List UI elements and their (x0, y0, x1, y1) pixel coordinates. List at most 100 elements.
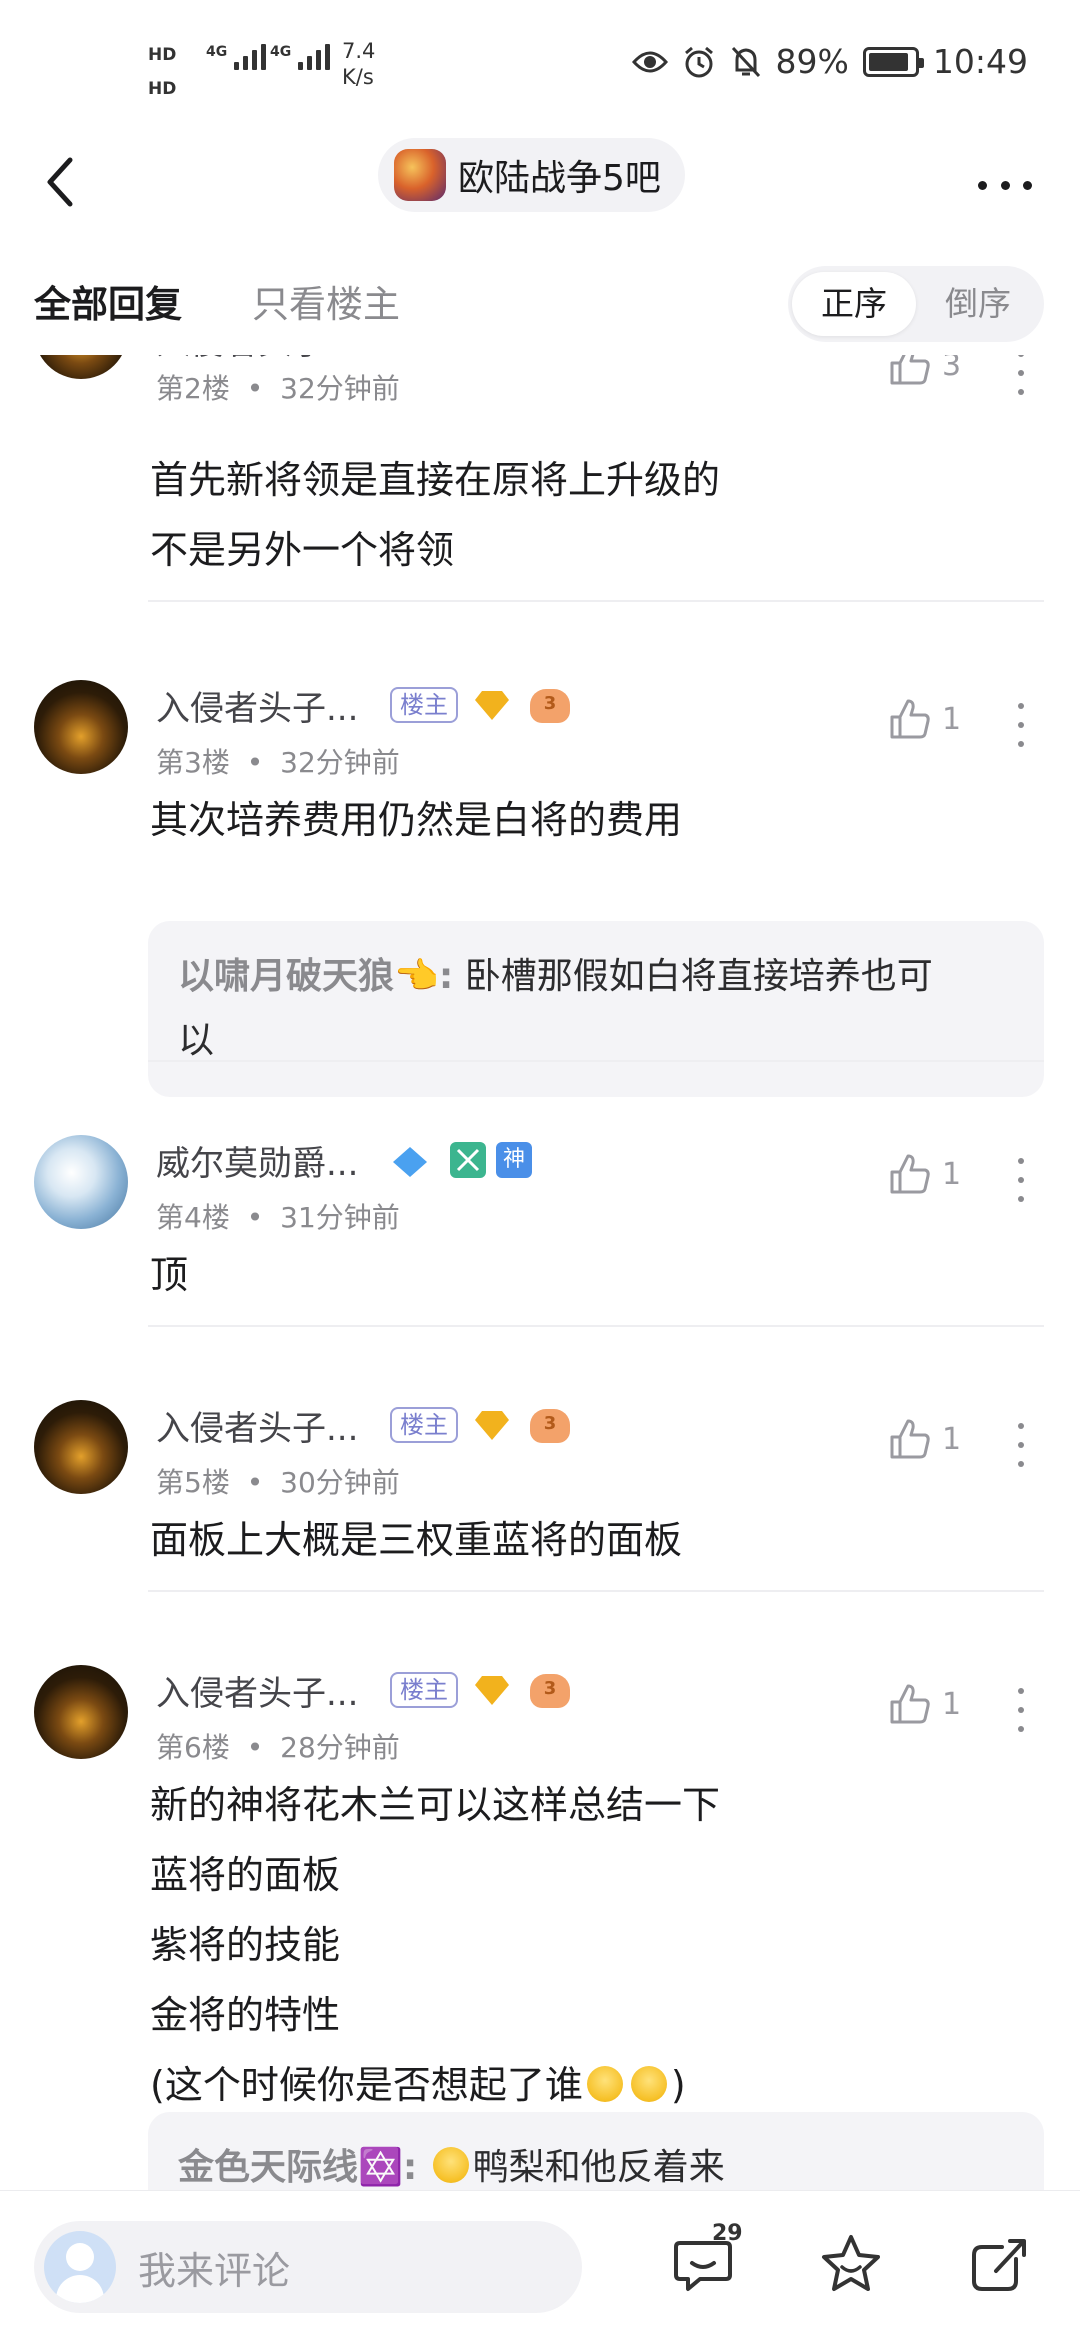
meta-separator: • (246, 1731, 264, 1764)
status-bar: HD HD 4G 4G 7.4 K/s 89% 10:49 (0, 0, 1080, 130)
meta-separator: • (246, 372, 264, 405)
like-button[interactable]: 1 (888, 1417, 961, 1461)
floor-number: 第3楼 (156, 746, 230, 779)
more-options-button[interactable] (970, 160, 1040, 210)
sub-reply-user[interactable]: 以啸月破天狼👈: (178, 956, 453, 997)
sub-reply-user[interactable]: 金色天际线✡️: (178, 2147, 417, 2188)
smile-emoji-icon (432, 2147, 469, 2183)
hd-indicator: HD HD (148, 38, 176, 106)
comment-count: 29 (712, 2221, 743, 2246)
floor-number: 第2楼 (156, 372, 230, 405)
thumbs-up-icon (890, 1154, 930, 1194)
reply-text-line: 其次培养费用仍然是白将的费用 (150, 798, 683, 842)
reply-more-button[interactable] (1016, 1423, 1026, 1467)
thumbs-up-icon (890, 699, 930, 739)
reply-more-button[interactable] (1016, 355, 1026, 395)
comment-input[interactable]: 我来评论 (34, 2221, 582, 2313)
floor-number: 第6楼 (156, 1731, 230, 1764)
username[interactable]: 入侵者头子... (156, 1666, 358, 1715)
reply-text-line: 金将的特性 (150, 1993, 341, 2037)
like-count: 1 (942, 701, 962, 737)
level-gem-icon: 11 (474, 689, 538, 721)
divider (148, 1590, 1044, 1592)
post-time: 31分钟前 (280, 1201, 400, 1234)
bell-off-icon (731, 46, 760, 77)
post-time: 28分钟前 (280, 1731, 400, 1764)
achievement-tag-icon (450, 1142, 486, 1178)
like-button[interactable]: 1 (888, 1682, 961, 1726)
sort-toggle: 正序 倒序 (788, 266, 1044, 342)
avatar[interactable] (34, 680, 128, 774)
user-avatar (44, 2231, 116, 2303)
reply-text: (这个时候你是否想起了谁 (150, 2063, 583, 2107)
reply-text-line: 面板上大概是三权重蓝将的面板 (150, 1518, 683, 1562)
tab-all-replies[interactable]: 全部回复 (34, 274, 182, 328)
signal-icon-sim1: 4G (206, 44, 267, 70)
smile-emoji-icon (586, 2066, 623, 2102)
meta-separator: • (246, 1201, 264, 1234)
reply-list: 入侵者头子... 第2楼 • 32分钟前 3 首先新将领是直接在原将上升级的 不… (0, 355, 1080, 2190)
reply-filter-bar: 全部回复 只看楼主 正序 倒序 (0, 250, 1080, 355)
username[interactable]: 入侵者头子... (156, 681, 358, 730)
tab-op-only[interactable]: 只看楼主 (252, 274, 400, 328)
battery-percent: 89% (775, 42, 849, 81)
sub-reply-text: 鸭梨和他反着来 (472, 2147, 725, 2188)
speed-unit: K/s (342, 65, 374, 89)
floor-number: 第4楼 (156, 1201, 230, 1234)
reply-more-button[interactable] (1016, 1688, 1026, 1732)
thumbs-up-icon (890, 1684, 930, 1724)
speed-value: 7.4 (342, 39, 376, 63)
op-badge: 楼主 (390, 687, 458, 723)
reply-text-line: 顶 (150, 1253, 189, 1297)
post-meta: 第4楼 • 31分钟前 (156, 1196, 400, 1236)
hd-label-1: HD (148, 45, 177, 65)
avatar[interactable] (34, 1135, 128, 1229)
star-icon[interactable] (818, 2231, 884, 2297)
forum-pill[interactable]: 欧陆战争5吧 (378, 138, 685, 212)
sub-reply[interactable]: 金色天际线✡️: 鸭梨和他反着来 (148, 2112, 1044, 2190)
username[interactable]: 入侵者头子... (156, 355, 358, 364)
reply-text-line: 不是另外一个将领 (150, 528, 455, 572)
sort-ascending-button[interactable]: 正序 (792, 272, 916, 336)
reply-text-line: 新的神将花木兰可以这样总结一下 (150, 1783, 721, 1827)
sub-reply[interactable]: 以啸月破天狼👈: 卧槽那假如白将直接培养也可 以 (148, 921, 1044, 1097)
network-speed: 7.4 K/s (342, 38, 375, 90)
like-count: 1 (942, 1686, 962, 1722)
avatar[interactable] (34, 1665, 128, 1759)
like-count: 1 (942, 1421, 962, 1457)
comment-placeholder: 我来评论 (138, 2248, 291, 2293)
signal-icon-sim2: 4G (270, 44, 331, 70)
thumbs-up-icon (890, 1419, 930, 1459)
like-button[interactable]: 1 (888, 697, 961, 741)
like-button[interactable]: 3 (888, 355, 961, 387)
username[interactable]: 威尔莫勋爵... (156, 1136, 358, 1185)
sub-reply-text: 卧槽那假如白将直接培养也可 (464, 956, 933, 997)
post-time: 32分钟前 (280, 372, 400, 405)
back-button[interactable] (40, 152, 100, 222)
avatar[interactable] (34, 355, 128, 379)
reply-more-button[interactable] (1016, 703, 1026, 747)
reply-text-line: 蓝将的面板 (150, 1853, 341, 1897)
post-meta: 第2楼 • 32分钟前 (156, 367, 400, 407)
like-button[interactable]: 1 (888, 1152, 961, 1196)
divider (148, 600, 1044, 602)
share-icon[interactable] (966, 2231, 1032, 2297)
post-time: 30分钟前 (280, 1466, 400, 1499)
avatar[interactable] (34, 1400, 128, 1494)
sort-descending-button[interactable]: 倒序 (916, 272, 1040, 336)
reply-content: 面板上大概是三权重蓝将的面板 (150, 1505, 1030, 1575)
reply-text: ) (670, 2063, 686, 2107)
op-badge: 楼主 (390, 1407, 458, 1443)
sub-reply-text: 以 (178, 1020, 215, 1061)
sim2-network-label: 4G (270, 44, 292, 60)
clock: 10:49 (932, 42, 1028, 81)
reply-text-line: 紫将的技能 (150, 1923, 341, 1967)
level-gem-icon: 11 (474, 1409, 538, 1441)
reply-more-button[interactable] (1016, 1158, 1026, 1202)
like-count: 3 (942, 355, 962, 383)
level-gem-icon: 4 (392, 1146, 451, 1178)
forum-avatar (394, 149, 446, 201)
username[interactable]: 入侵者头子... (156, 1401, 358, 1450)
eye-icon (631, 51, 668, 72)
battery-icon (862, 46, 924, 77)
